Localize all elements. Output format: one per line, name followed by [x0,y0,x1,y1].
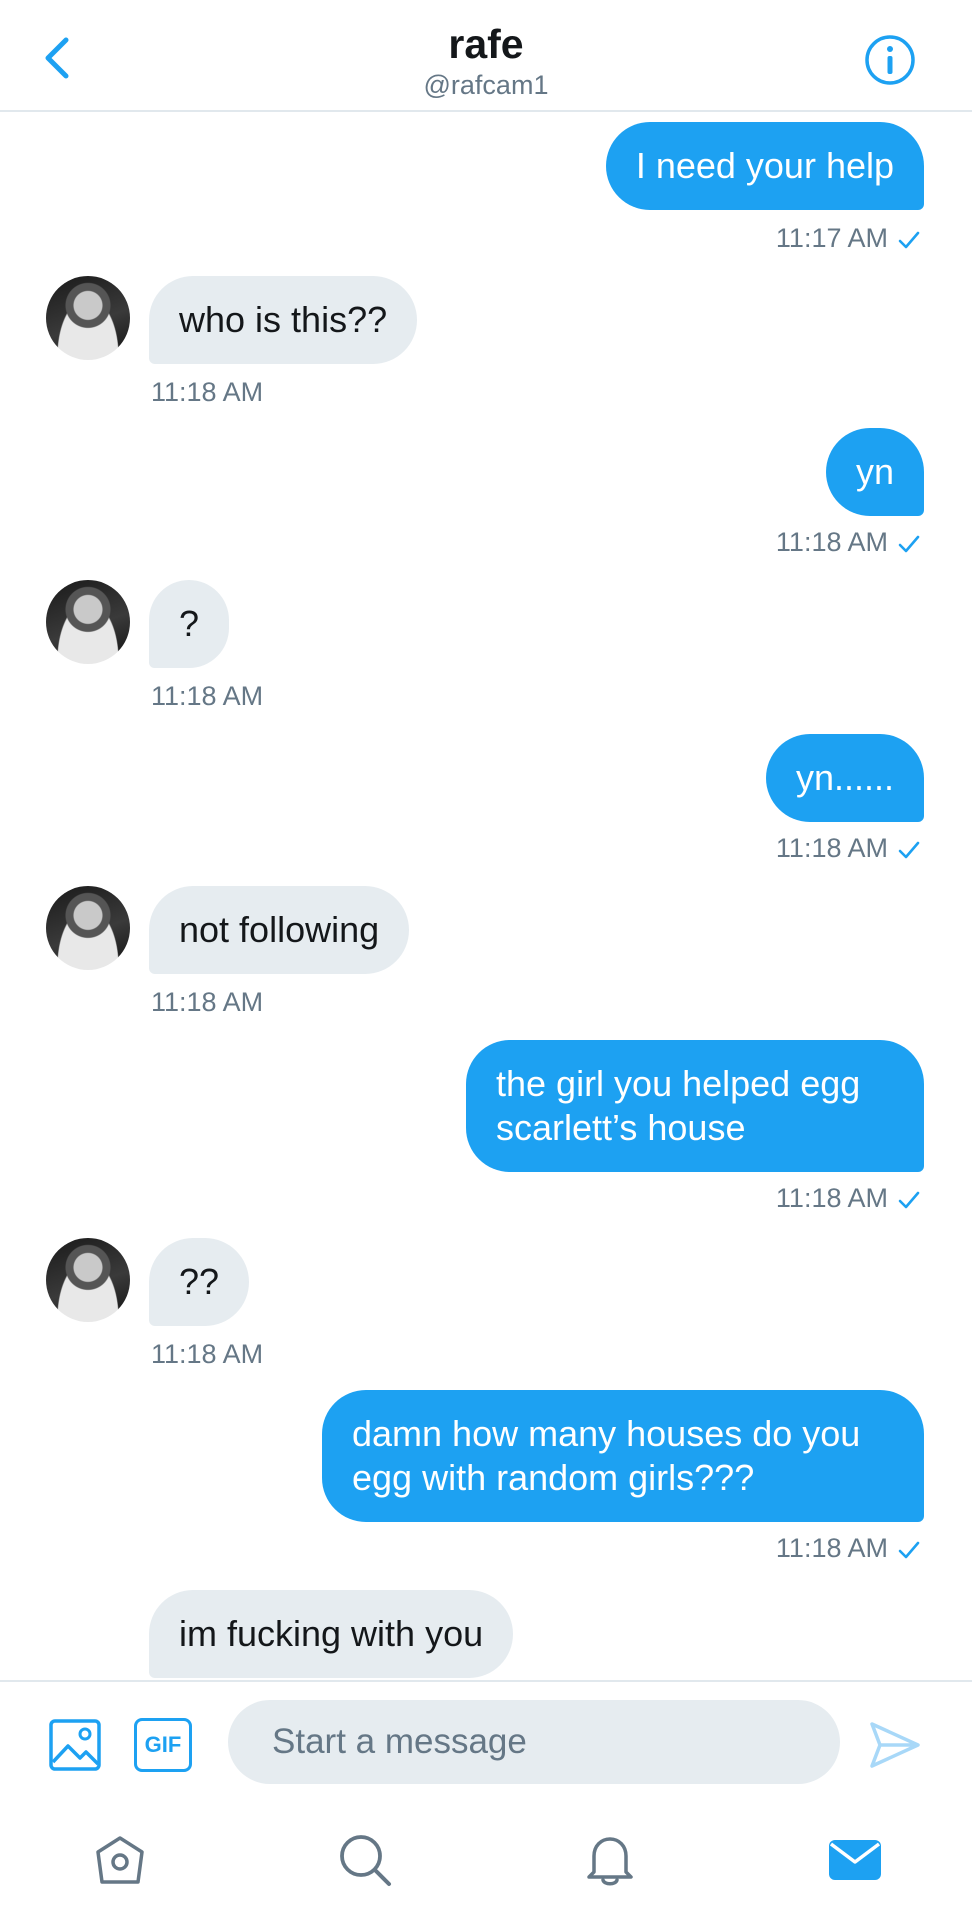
avatar[interactable] [46,1238,130,1322]
timestamp-text: 11:18 AM [775,1533,888,1563]
message-bubble-incoming[interactable]: who is this?? [149,276,418,364]
message-timestamp: 11:17 AM [776,222,920,254]
gif-button[interactable]: GIF [134,1718,192,1772]
avatar[interactable] [46,886,130,970]
search-icon [340,1835,391,1886]
send-button[interactable] [868,1718,922,1772]
timestamp-text: 11:17 AM [775,223,888,253]
message-bubble-outgoing[interactable]: I need your help [605,122,924,210]
timestamp-text: 11:18 AM [775,833,888,863]
sent-check-icon [898,1191,920,1209]
message-timestamp: 11:18 AM [776,832,920,864]
avatar[interactable] [46,276,130,360]
bottom-navigation [0,1800,972,1920]
message-timestamp: 11:18 AM [776,526,920,558]
sent-check-icon [898,841,920,859]
message-timestamp: 11:18 AM [151,1339,264,1369]
bell-icon [587,1837,633,1886]
add-photo-button[interactable] [48,1718,102,1772]
image-icon [49,1719,101,1771]
sent-check-icon [898,535,920,553]
timestamp-text: 11:18 AM [775,527,888,557]
conversation-header: rafe @rafcam1 [0,0,972,112]
message-timestamp: 11:18 AM [776,1532,920,1564]
message-timestamp: 11:18 AM [776,1182,920,1214]
home-icon [96,1836,144,1884]
nav-messages[interactable] [825,1830,885,1890]
message-timestamp: 11:18 AM [151,681,264,711]
message-bubble-incoming[interactable]: ?? [149,1238,250,1326]
message-composer: GIF [0,1680,972,1800]
nav-notifications[interactable] [580,1830,640,1890]
message-bubble-outgoing[interactable]: damn how many houses do you egg with ran… [322,1390,924,1522]
message-bubble-incoming[interactable]: im fucking with you [149,1590,514,1678]
message-bubble-outgoing[interactable]: yn [825,428,924,516]
message-input[interactable] [228,1700,840,1784]
message-bubble-incoming[interactable]: ? [149,580,230,668]
sent-check-icon [898,231,920,249]
nav-search[interactable] [335,1830,395,1890]
timestamp-text: 11:18 AM [775,1183,888,1213]
avatar[interactable] [46,580,130,664]
message-timestamp: 11:18 AM [151,377,264,407]
message-bubble-incoming[interactable]: not following [149,886,410,974]
message-bubble-outgoing[interactable]: yn...... [765,734,924,822]
conversation-title: rafe [448,21,524,67]
mail-icon [829,1840,881,1880]
nav-home[interactable] [90,1830,150,1890]
send-icon [870,1722,920,1768]
message-timestamp: 11:18 AM [151,987,264,1017]
info-icon [865,35,915,85]
message-list[interactable]: I need your help 11:17 AM who is this?? … [0,114,972,1679]
sent-check-icon [898,1541,920,1559]
conversation-handle: @rafcam1 [423,70,549,100]
info-button[interactable] [864,34,916,86]
message-bubble-outgoing[interactable]: the girl you helped egg scarlett’s house [466,1040,924,1172]
conversation-title-block[interactable]: rafe @rafcam1 [0,20,972,102]
